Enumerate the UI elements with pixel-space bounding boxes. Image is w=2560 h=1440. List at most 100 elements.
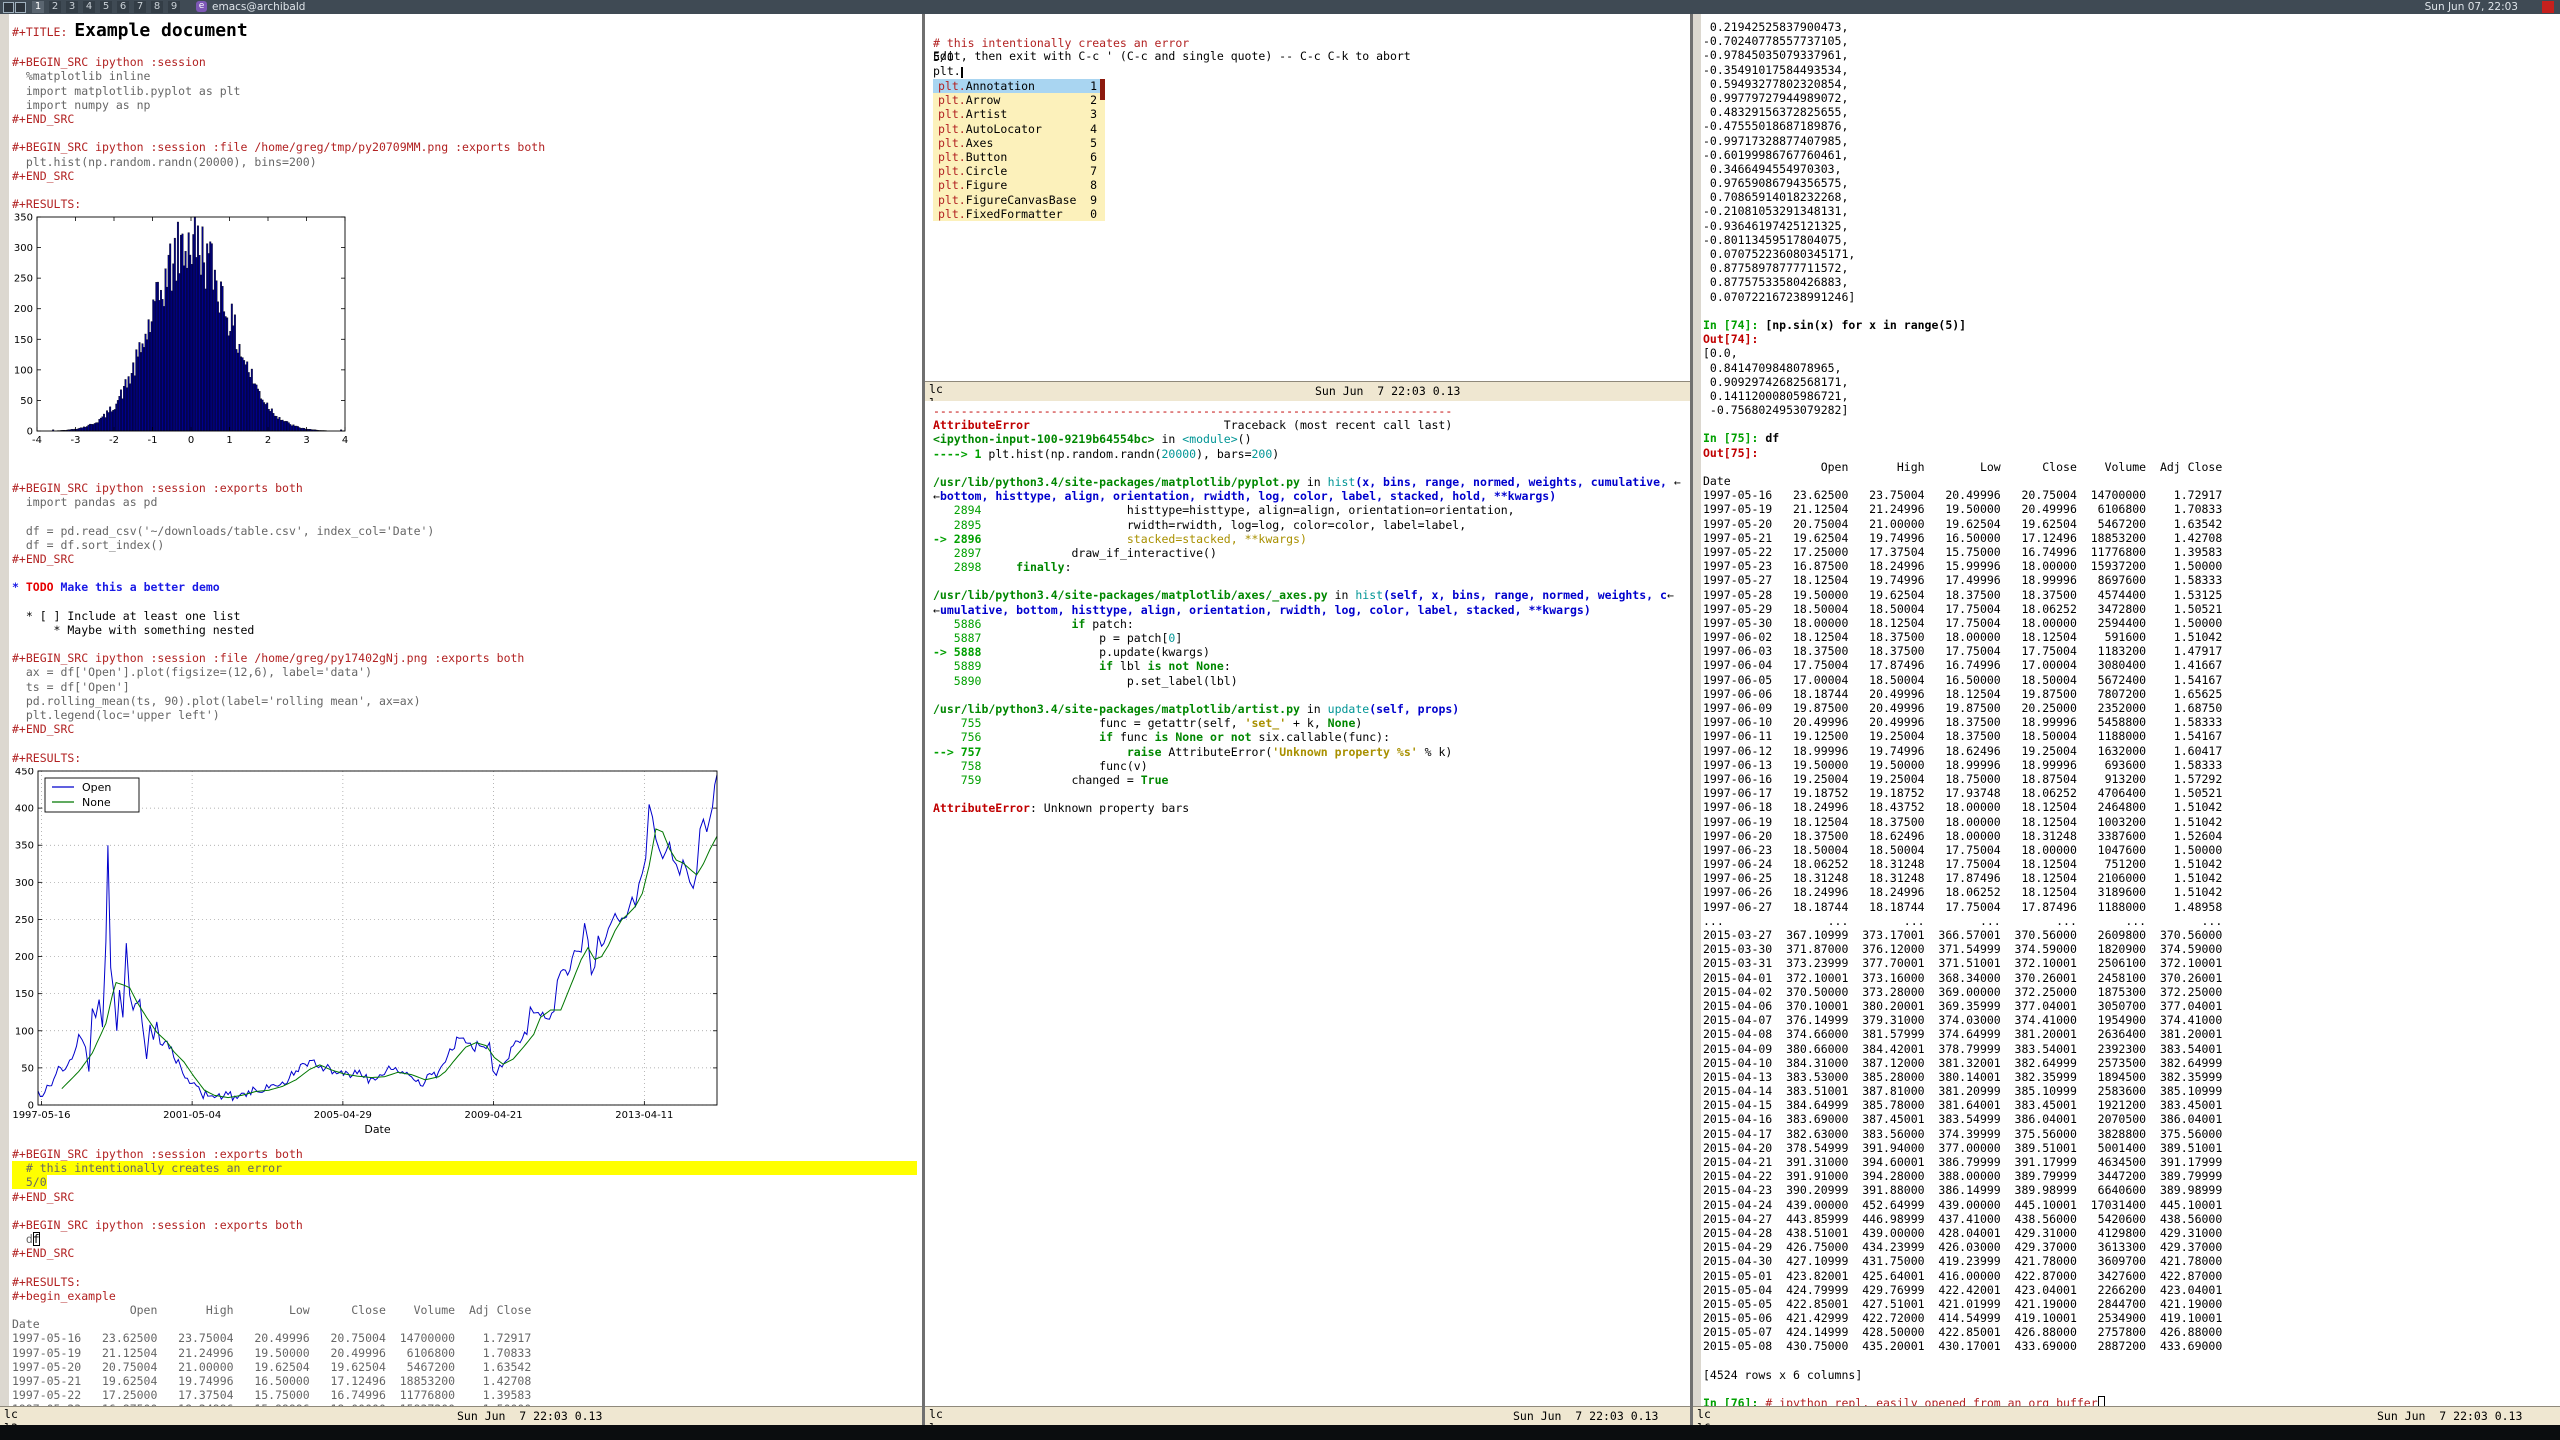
text-line: 2015-04-27 443.85999 446.98999 437.41000… xyxy=(1703,1211,2223,1226)
text-line: import numpy as np xyxy=(12,97,151,112)
text-line: 2015-05-06 421.42999 422.72000 414.54999… xyxy=(1703,1311,2223,1326)
window-divider[interactable] xyxy=(922,14,925,1425)
workspace-button-7[interactable]: 7 xyxy=(134,1,146,13)
text-line xyxy=(12,1261,917,1275)
org-buffer-bottom[interactable]: #+BEGIN_SRC ipython :session :exports bo… xyxy=(12,1147,917,1303)
workspace-button-2[interactable]: 2 xyxy=(49,1,61,13)
text-line: -> 5888 p.update(kwargs) xyxy=(933,645,1210,660)
text-line: -0.47555018687189876, xyxy=(1703,119,1849,134)
text-line: 2015-03-31 373.23999 377.70001 371.51001… xyxy=(1703,956,2223,971)
text-line: 1997-06-18 18.24996 18.43752 18.00000 18… xyxy=(1703,800,2223,815)
workspace-list: 123456789 xyxy=(32,1,180,13)
text-line xyxy=(12,126,545,140)
svg-text:50: 50 xyxy=(21,1063,34,1074)
popup-scrollbar-thumb[interactable] xyxy=(1100,79,1105,100)
text-line: 2894 histtype=histtype, align=align, ori… xyxy=(933,503,1515,518)
text-line: 1997-06-13 19.50000 19.50000 18.99996 18… xyxy=(1703,757,2223,772)
workspace-button-3[interactable]: 3 xyxy=(66,1,78,13)
text-line xyxy=(12,637,524,651)
text-line xyxy=(1703,1354,2222,1368)
completion-item[interactable]: plt. Button 6 xyxy=(933,150,1105,164)
completion-item[interactable]: plt. FigureCanvasBase 9 xyxy=(933,193,1105,207)
org-buffer-middle[interactable]: #+BEGIN_SRC ipython :session :exports bo… xyxy=(12,481,524,765)
text-line: 1997-06-20 18.37500 18.62496 18.00000 18… xyxy=(1703,828,2223,843)
workspace-button-6[interactable]: 6 xyxy=(117,1,129,13)
svg-text:200: 200 xyxy=(15,952,34,963)
text-line: 2897 draw_if_interactive() xyxy=(933,545,1217,560)
svg-text:200: 200 xyxy=(14,304,33,315)
text-line: 759 changed = True xyxy=(933,772,1169,787)
text-line: 0.3466494554970303, xyxy=(1703,161,1842,176)
workspace-button-1[interactable]: 1 xyxy=(32,1,44,13)
modeline-org[interactable]: lcl3l lolT Sun Jun 7 22:03 0.13 xyxy=(0,1406,922,1426)
text-line: 1997-06-06 18.18744 20.49996 18.12504 19… xyxy=(1703,686,2223,701)
completion-item[interactable]: plt. Axes 5 xyxy=(933,136,1105,150)
text-line: --> 757 raise AttributeError('Unknown pr… xyxy=(933,744,1453,759)
svg-text:Open: Open xyxy=(82,781,111,794)
text-line: 1997-06-03 18.37500 18.37500 17.75004 17… xyxy=(1703,644,2223,659)
traceback-buffer[interactable]: ----------------------------------------… xyxy=(933,404,1681,815)
org-src-edit-buffer[interactable]: # this intentionally creates an error 5/0… xyxy=(933,36,1189,79)
org-buffer-top[interactable]: #+TITLE: Example document #+BEGIN_SRC ip… xyxy=(12,20,545,211)
text-line: 0.48329156372825655, xyxy=(1703,105,1849,120)
python-repl-buffer[interactable]: 0.21942525837900473, -0.70240778557737105… xyxy=(1703,20,2223,1411)
text-line: #+END_SRC xyxy=(12,111,75,126)
text-line: 1997-06-02 18.12504 18.37500 18.00000 18… xyxy=(1703,630,2223,645)
completion-item[interactable]: plt. AutoLocator 4 xyxy=(933,122,1105,136)
tray-icon[interactable] xyxy=(2542,1,2554,13)
text-line: 1997-06-24 18.06252 18.31248 17.75004 18… xyxy=(1703,857,2223,872)
text-line: 756 if func is None or not six.callable(… xyxy=(933,730,1391,745)
text-line: #+RESULTS: xyxy=(12,750,82,765)
completion-item[interactable]: plt. Arrow 2 xyxy=(933,93,1105,107)
text-line: lc xyxy=(1697,1407,1711,1421)
layout-icon-2[interactable] xyxy=(15,2,26,13)
text-line: * Maybe with something nested xyxy=(12,622,255,637)
completion-item[interactable]: plt. Artist 3 xyxy=(933,107,1105,121)
text-line: 2015-05-01 423.82001 425.64001 416.00000… xyxy=(1703,1268,2223,1283)
text-line xyxy=(12,509,524,523)
text-line: /usr/lib/python3.4/site-packages/matplot… xyxy=(933,474,1681,489)
text-line: -0.60199986767760461, xyxy=(1703,147,1849,162)
svg-text:350: 350 xyxy=(14,213,33,224)
text-line: In [75]: df xyxy=(1703,431,1780,446)
text-line xyxy=(12,566,524,580)
text-line: 0.97659086794356575, xyxy=(1703,176,1849,191)
text-line: -0.35491017584493534, xyxy=(1703,62,1849,77)
text-line: 2015-04-17 382.63000 383.56000 374.39999… xyxy=(1703,1126,2223,1141)
modeline-python[interactable]: lcl6l5lllPlBlulc Sun Jun 7 22:03 0.13 xyxy=(1693,1406,2560,1426)
text-line: 1997-05-16 23.62500 23.75004 20.49996 20… xyxy=(12,1331,532,1346)
completion-item[interactable]: plt. Circle 7 xyxy=(933,164,1105,178)
window-divider-2[interactable] xyxy=(1690,14,1693,1425)
text-line: 2015-04-06 370.10001 380.20001 369.35999… xyxy=(1703,998,2223,1013)
layout-icon[interactable] xyxy=(3,2,14,13)
text-line: 755 func = getattr(self, 'set_' + k, Non… xyxy=(933,716,1363,731)
workspace-button-4[interactable]: 4 xyxy=(83,1,95,13)
completion-item[interactable]: plt. FixedFormatter 0 xyxy=(933,207,1105,221)
completion-popup[interactable]: plt. Annotation 1 plt. Arrow 2 plt. Artist 3 plt.… xyxy=(933,79,1105,221)
completion-item[interactable]: plt. Figure 8 xyxy=(933,178,1105,192)
text-line: 1997-06-16 19.25004 19.25004 18.75000 18… xyxy=(1703,771,2223,786)
text-line: 1997-05-20 20.75004 21.00000 19.62504 19… xyxy=(12,1359,532,1374)
text-line: 0.99779727944989072, xyxy=(1703,90,1849,105)
text-line xyxy=(933,461,1681,475)
svg-text:2013-04-11: 2013-04-11 xyxy=(615,1110,673,1121)
svg-text:250: 250 xyxy=(15,915,34,926)
workspace-button-5[interactable]: 5 xyxy=(100,1,112,13)
text-line: #+BEGIN_SRC ipython :session xyxy=(12,55,206,70)
modeline-traceback[interactable]: lcll lolA Sun Jun 7 22:03 0.13 xyxy=(925,1406,1690,1426)
text-line xyxy=(1703,1382,2222,1396)
text-line: 2015-04-09 380.66000 384.42001 378.79999… xyxy=(1703,1041,2223,1056)
svg-text:2001-05-04: 2001-05-04 xyxy=(163,1110,221,1121)
completion-item[interactable]: plt. Annotation 1 xyxy=(933,79,1105,94)
workspace-button-8[interactable]: 8 xyxy=(151,1,163,13)
modeline-clock: Sun Jun 7 22:03 0.13 xyxy=(2377,1409,2523,1423)
workspace-button-9[interactable]: 9 xyxy=(168,1,180,13)
text-line: 5886 if patch: xyxy=(933,616,1134,631)
text-line: 2015-03-30 371.87000 376.12000 371.54999… xyxy=(1703,942,2223,957)
text-line: Date xyxy=(12,1317,40,1332)
text-line: 1997-06-05 17.00004 18.50004 16.50000 18… xyxy=(1703,672,2223,687)
scrollbar-right-window[interactable] xyxy=(1693,14,1701,1425)
modeline-org-src[interactable]: lcll lllOlA Sun Jun 7 22:03 0.13 xyxy=(925,381,1690,401)
text-line xyxy=(12,595,524,609)
text-line: 1997-05-23 16.87500 18.24996 15.99996 18… xyxy=(1703,559,2223,574)
